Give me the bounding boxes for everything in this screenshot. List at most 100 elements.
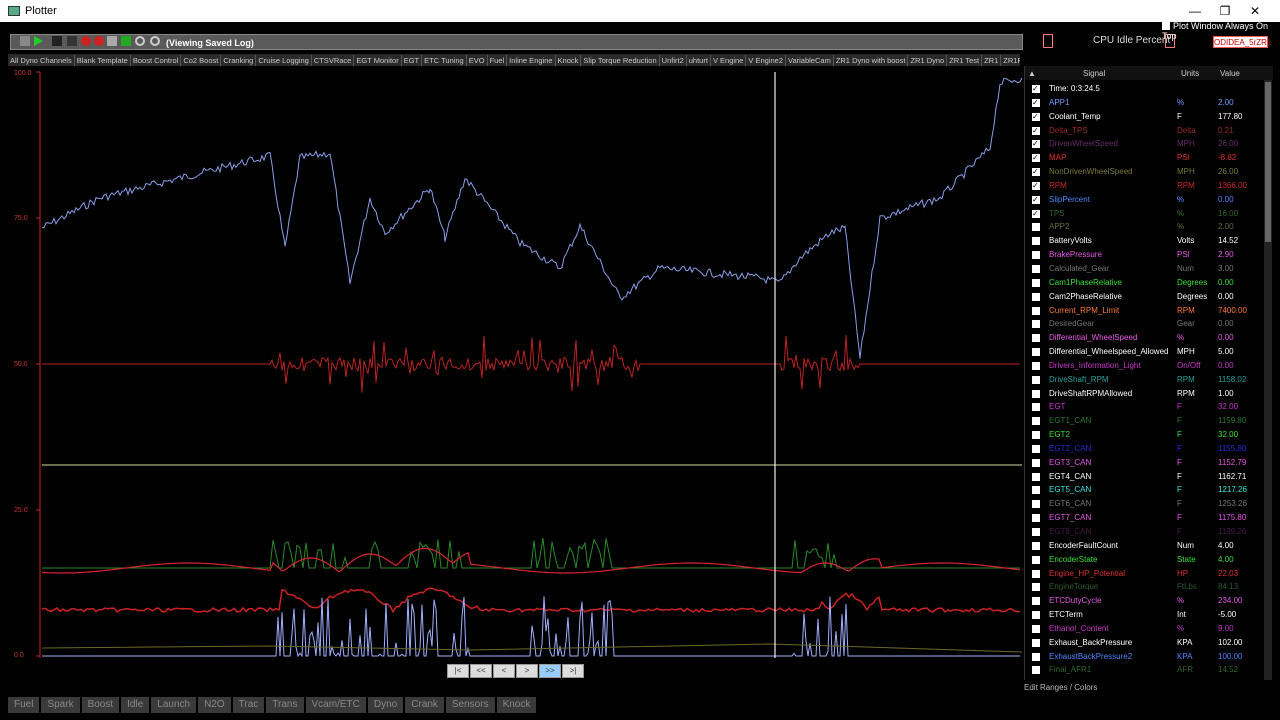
signal-row[interactable]: EGT7_CAN F 1175.80 [1025, 511, 1265, 525]
signal-row[interactable]: Cam1PhaseRelative Degrees 0.00 [1025, 276, 1265, 290]
signal-checkbox[interactable] [1032, 431, 1040, 440]
signal-checkbox[interactable] [1032, 583, 1040, 592]
signal-row[interactable]: Cam2PhaseRelative Degrees 0.00 [1025, 290, 1265, 304]
signal-row[interactable]: RPM RPM 1366.00 [1025, 179, 1265, 193]
record-icon[interactable] [81, 36, 91, 46]
layout-tab[interactable]: EGT [402, 55, 423, 66]
signal-checkbox[interactable] [1032, 444, 1040, 453]
zoom-out-icon[interactable] [150, 36, 160, 46]
layout-tab[interactable]: ZR1 Test [947, 55, 983, 66]
signal-checkbox[interactable] [1032, 541, 1040, 550]
nav-last-button[interactable]: >| [562, 664, 584, 678]
signal-row[interactable]: EGT F 32.00 [1025, 400, 1265, 414]
scrollbar-thumb[interactable] [1265, 82, 1271, 242]
bottom-tab[interactable]: Spark [41, 697, 80, 713]
collapse-icon[interactable]: ▲ [1028, 69, 1036, 78]
signal-checkbox[interactable] [1032, 569, 1040, 578]
signal-checkbox[interactable] [1032, 124, 1040, 137]
signal-checkbox[interactable] [1032, 264, 1040, 273]
layout-tab[interactable]: ETC Tuning [422, 55, 467, 66]
signal-row[interactable]: BatteryVolts Volts 14.52 [1025, 234, 1265, 248]
value-column-header[interactable]: Value [1220, 69, 1240, 78]
signal-row[interactable]: DriveShaftRPMAllowed RPM 1.00 [1025, 387, 1265, 401]
signal-checkbox[interactable] [1032, 96, 1040, 110]
signal-row[interactable]: DrivenWheelSpeed MPH 26.00 [1025, 137, 1265, 151]
signal-row[interactable]: Differential_Wheelspeed_Allowed MPH 5.00 [1025, 345, 1265, 359]
signal-row[interactable]: APP2% 2.00 [1025, 220, 1265, 234]
signal-column-header[interactable]: Signal [1083, 69, 1105, 78]
signal-checkbox[interactable] [1032, 514, 1040, 523]
device-label[interactable]: ODIDEA_5rZR1 [1213, 36, 1271, 48]
signal-checkbox[interactable] [1032, 306, 1040, 315]
nav-forward-button[interactable]: > [516, 664, 538, 678]
signal-checkbox[interactable] [1032, 292, 1040, 301]
time-checkbox[interactable] [1032, 82, 1040, 96]
plot-area[interactable] [0, 68, 1024, 668]
signal-checkbox[interactable] [1032, 500, 1040, 509]
signal-row[interactable]: ETCTerm Int -5.00 [1025, 608, 1265, 622]
signal-row[interactable]: EncoderFaultCount Num 4.00 [1025, 539, 1265, 553]
cpu-slider-left-icon[interactable] [1043, 34, 1053, 48]
layout-tab[interactable]: uhturt [687, 55, 711, 66]
signal-row[interactable]: Ethanol_Content% 9.00 [1025, 622, 1265, 636]
signal-checkbox[interactable] [1032, 611, 1040, 620]
signal-checkbox[interactable] [1032, 320, 1040, 329]
close-button[interactable]: ✕ [1240, 2, 1270, 20]
bottom-tab[interactable]: Trac [232, 697, 265, 713]
signal-checkbox[interactable] [1032, 666, 1040, 675]
signal-checkbox[interactable] [1032, 193, 1040, 207]
signal-checkbox[interactable] [1032, 207, 1040, 220]
layout-tab[interactable]: Knock [556, 55, 582, 66]
bottom-tab[interactable]: Vcam/ETC [305, 697, 366, 713]
layout-tab[interactable]: All Dyno Channels [8, 55, 75, 66]
bottom-tab[interactable]: Launch [151, 697, 197, 713]
stop-icon[interactable] [52, 36, 62, 46]
bottom-tab[interactable]: Fuel [8, 697, 40, 713]
signal-checkbox[interactable] [1032, 165, 1040, 179]
signal-checkbox[interactable] [1032, 652, 1040, 661]
nav-first-button[interactable]: |< [447, 664, 469, 678]
signal-row[interactable]: Final_AFR1 AFR 14.52 [1025, 663, 1265, 677]
signal-checkbox[interactable] [1032, 638, 1040, 647]
signal-checkbox[interactable] [1032, 237, 1040, 246]
nav-rewind-button[interactable]: << [470, 664, 492, 678]
signal-checkbox[interactable] [1032, 417, 1040, 426]
layout-tab[interactable]: Cruise Logging [256, 55, 312, 66]
print-icon[interactable] [107, 36, 117, 46]
layout-tab[interactable]: ZR1 [982, 55, 1002, 66]
signal-scrollbar[interactable] [1264, 80, 1272, 680]
signal-checkbox[interactable] [1032, 348, 1040, 357]
bottom-tab[interactable]: N2O [198, 697, 231, 713]
units-column-header[interactable]: Units [1181, 69, 1199, 78]
layout-tab[interactable]: Inline Engine [507, 55, 556, 66]
signal-row[interactable]: EGT2_CAN F 1155.80 [1025, 442, 1265, 456]
signal-row[interactable]: APP1% 2.00 [1025, 96, 1265, 110]
signal-row[interactable]: SlipPercent% 0.00 [1025, 193, 1265, 207]
signal-checkbox[interactable] [1032, 458, 1040, 467]
layout-tab[interactable]: Slip Torque Reduction [581, 55, 660, 66]
layout-tab[interactable]: Boost Control [131, 55, 182, 66]
signal-row[interactable]: EncoderState State 4.00 [1025, 553, 1265, 567]
layout-tab[interactable]: Unfirt2 [660, 55, 687, 66]
signal-row[interactable]: EGT4_CAN F 1162.71 [1025, 470, 1265, 484]
bottom-tab[interactable]: Boost [81, 697, 120, 713]
layout-tab[interactable]: ZR1Race [1001, 55, 1020, 66]
layout-tab[interactable]: VariableCam [786, 55, 834, 66]
signal-row[interactable]: ExhaustBackPressure2 KPA 100.00 [1025, 650, 1265, 664]
signal-row[interactable]: Delta_TPS Delta 0.21 [1025, 124, 1265, 137]
bottom-tab[interactable]: Idle [121, 697, 150, 713]
open-icon[interactable] [20, 36, 30, 46]
signal-row[interactable]: Drivers_Information_Light On/Off 0.00 [1025, 359, 1265, 373]
record-stop-icon[interactable] [94, 36, 104, 46]
edit-ranges-link[interactable]: Edit Ranges / Colors [1024, 683, 1097, 692]
bottom-tab[interactable]: Crank [405, 697, 444, 713]
layout-tab[interactable]: Blank Template [75, 55, 131, 66]
signal-row[interactable]: EngineTorque FtLbs 84.13 [1025, 580, 1265, 594]
bottom-tab[interactable]: Dyno [367, 697, 404, 713]
layout-tab[interactable]: EVO [467, 55, 488, 66]
signal-checkbox[interactable] [1032, 375, 1040, 384]
signal-checkbox[interactable] [1032, 528, 1040, 536]
signal-row[interactable]: Exhaust_BackPressure KPA 102.00 [1025, 636, 1265, 650]
layout-tab[interactable]: ZR1 Dyno with boost [834, 55, 909, 66]
signal-row[interactable]: Calculated_Gear Num 3.00 [1025, 262, 1265, 276]
